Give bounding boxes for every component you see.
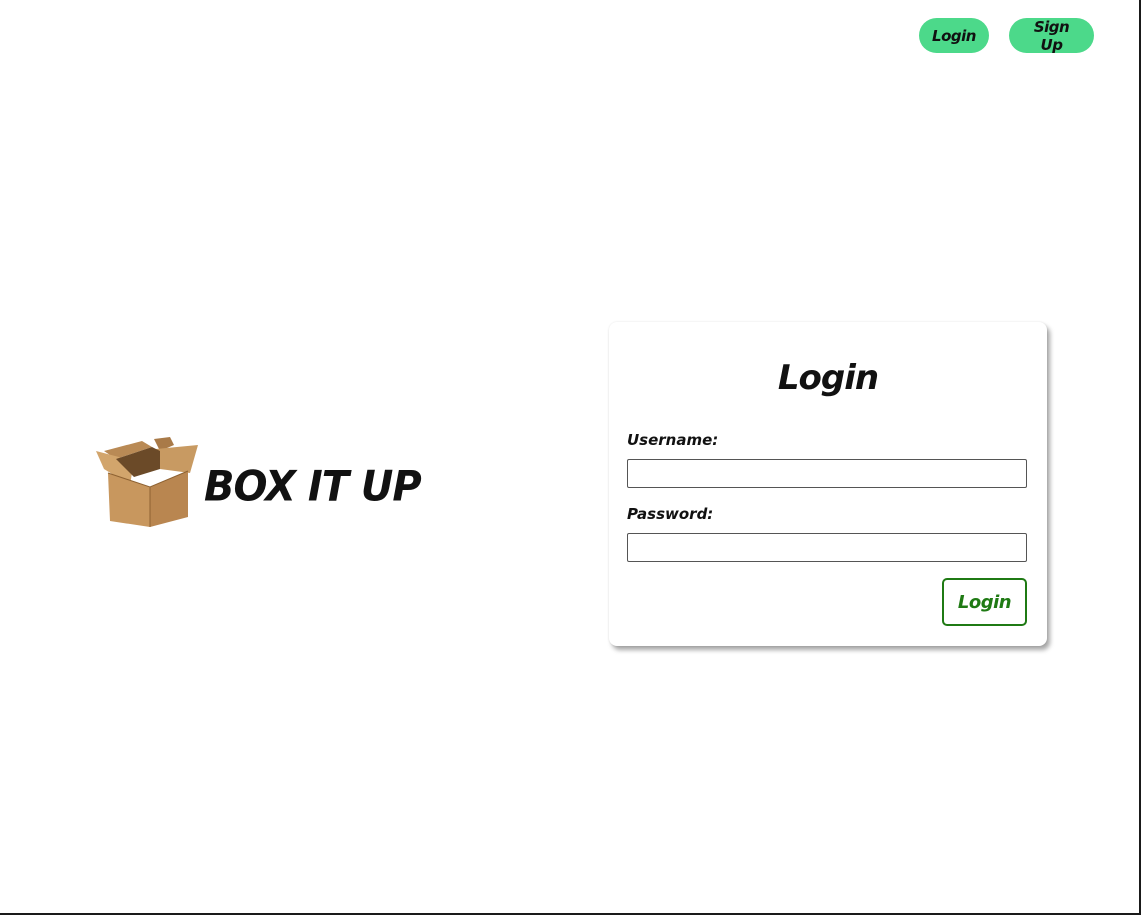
username-label: Username: [627, 431, 719, 449]
login-submit-button[interactable]: Login [942, 578, 1027, 626]
password-label: Password: [627, 505, 714, 523]
page: Login Sign Up BOX IT UP Login Username: [0, 0, 1141, 915]
nav-signup-button[interactable]: Sign Up [1009, 18, 1094, 54]
username-field[interactable] [627, 459, 1027, 488]
password-field[interactable] [627, 533, 1027, 562]
nav-login-button[interactable]: Login [919, 18, 989, 53]
login-title: Login [777, 358, 879, 398]
cardboard-box-icon [96, 437, 198, 527]
login-card: Login Username: Password: Login [609, 322, 1047, 646]
brand-logo: BOX IT UP [94, 433, 422, 529]
top-nav: Login Sign Up [919, 18, 1094, 54]
brand-name: BOX IT UP [204, 462, 422, 512]
